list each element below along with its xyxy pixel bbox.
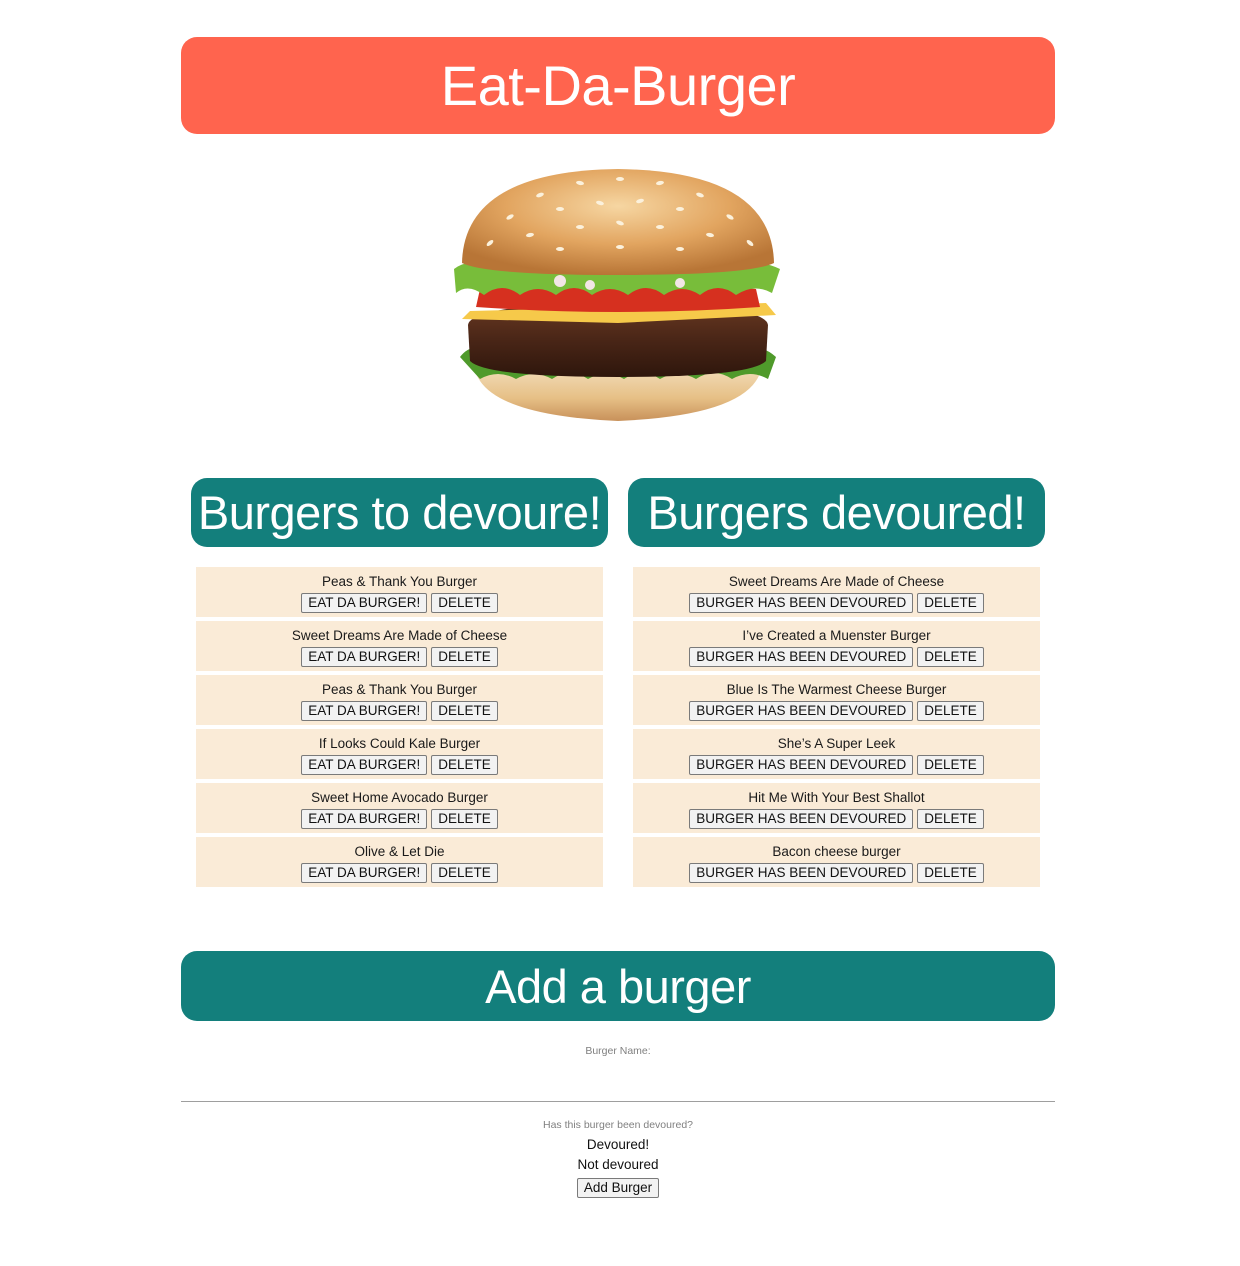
list-item: Hit Me With Your Best Shallot BURGER HAS… <box>633 783 1040 833</box>
delete-button[interactable]: DELETE <box>431 701 498 721</box>
list-item: Peas & Thank You Burger EAT DA BURGER! D… <box>196 567 603 617</box>
delete-button[interactable]: DELETE <box>431 809 498 829</box>
burger-name: Olive & Let Die <box>354 844 445 859</box>
devoured-status-button[interactable]: BURGER HAS BEEN DEVOURED <box>689 809 914 829</box>
devoured-question-label: Has this burger been devoured? <box>542 1119 693 1131</box>
burger-name: If Looks Could Kale Burger <box>318 736 481 751</box>
list-item: If Looks Could Kale Burger EAT DA BURGER… <box>196 729 603 779</box>
page-title: Eat-Da-Burger <box>440 54 796 117</box>
eat-burger-button[interactable]: EAT DA BURGER! <box>301 755 428 775</box>
delete-button[interactable]: DELETE <box>431 863 498 883</box>
burger-name: Peas & Thank You Burger <box>321 682 478 697</box>
burger-name: Hit Me With Your Best Shallot <box>748 790 925 805</box>
burger-name: She’s A Super Leek <box>777 736 896 751</box>
delete-button[interactable]: DELETE <box>917 863 984 883</box>
list-item: Bacon cheese burger BURGER HAS BEEN DEVO… <box>633 837 1040 887</box>
devoured-heading-text: Burgers devoured! <box>647 486 1026 539</box>
devoured-heading: Burgers devoured! <box>628 478 1045 547</box>
delete-button[interactable]: DELETE <box>917 755 984 775</box>
list-item: Sweet Dreams Are Made of Cheese BURGER H… <box>633 567 1040 617</box>
title-banner: Eat-Da-Burger <box>181 37 1055 134</box>
to-devour-heading-text: Burgers to devoure! <box>197 486 602 539</box>
devoured-status-button[interactable]: BURGER HAS BEEN DEVOURED <box>689 701 914 721</box>
list-item: Blue Is The Warmest Cheese Burger BURGER… <box>633 675 1040 725</box>
delete-button[interactable]: DELETE <box>917 701 984 721</box>
delete-button[interactable]: DELETE <box>431 755 498 775</box>
burger-name-input[interactable] <box>181 1062 1055 1102</box>
burger-name: Sweet Home Avocado Burger <box>311 790 488 805</box>
list-item: Sweet Home Avocado Burger EAT DA BURGER!… <box>196 783 603 833</box>
delete-button[interactable]: DELETE <box>917 593 984 613</box>
option-devoured[interactable]: Devoured! <box>181 1137 1055 1152</box>
eat-burger-button[interactable]: EAT DA BURGER! <box>301 863 428 883</box>
submit-row: Add Burger <box>181 1178 1055 1198</box>
to-devour-list: Peas & Thank You Burger EAT DA BURGER! D… <box>196 567 603 891</box>
eat-burger-button[interactable]: EAT DA BURGER! <box>301 809 428 829</box>
burger-name: Peas & Thank You Burger <box>321 574 478 589</box>
burger-name: Blue Is The Warmest Cheese Burger <box>726 682 947 697</box>
burger-name: Sweet Dreams Are Made of Cheese <box>728 574 945 589</box>
add-burger-heading: Add a burger <box>181 951 1055 1021</box>
delete-button[interactable]: DELETE <box>431 647 498 667</box>
burger-name: Sweet Dreams Are Made of Cheese <box>291 628 508 643</box>
page: Eat-Da-Burger Burgers to devoure! Burger… <box>0 0 1240 1266</box>
burger-name-label: Burger Name: <box>585 1045 651 1057</box>
eat-burger-button[interactable]: EAT DA BURGER! <box>301 701 428 721</box>
list-item: Sweet Dreams Are Made of Cheese EAT DA B… <box>196 621 603 671</box>
add-burger-button[interactable]: Add Burger <box>576 1178 660 1198</box>
list-item: I’ve Created a Muenster Burger BURGER HA… <box>633 621 1040 671</box>
burger-image <box>454 169 780 421</box>
eat-burger-button[interactable]: EAT DA BURGER! <box>301 593 428 613</box>
devoured-list: Sweet Dreams Are Made of Cheese BURGER H… <box>633 567 1040 891</box>
devoured-status-button[interactable]: BURGER HAS BEEN DEVOURED <box>689 647 914 667</box>
to-devour-heading: Burgers to devoure! <box>191 478 608 547</box>
devoured-status-button[interactable]: BURGER HAS BEEN DEVOURED <box>689 755 914 775</box>
eat-burger-button[interactable]: EAT DA BURGER! <box>301 647 428 667</box>
list-item: She’s A Super Leek BURGER HAS BEEN DEVOU… <box>633 729 1040 779</box>
delete-button[interactable]: DELETE <box>917 809 984 829</box>
devoured-status-button[interactable]: BURGER HAS BEEN DEVOURED <box>689 863 914 883</box>
devoured-status-button[interactable]: BURGER HAS BEEN DEVOURED <box>689 593 914 613</box>
option-not-devoured[interactable]: Not devoured <box>181 1157 1055 1172</box>
burger-name: Bacon cheese burger <box>772 844 901 859</box>
list-item: Peas & Thank You Burger EAT DA BURGER! D… <box>196 675 603 725</box>
add-burger-heading-text: Add a burger <box>485 959 751 1013</box>
list-item: Olive & Let Die EAT DA BURGER! DELETE <box>196 837 603 887</box>
delete-button[interactable]: DELETE <box>917 647 984 667</box>
burger-name: I’ve Created a Muenster Burger <box>742 628 931 643</box>
delete-button[interactable]: DELETE <box>431 593 498 613</box>
